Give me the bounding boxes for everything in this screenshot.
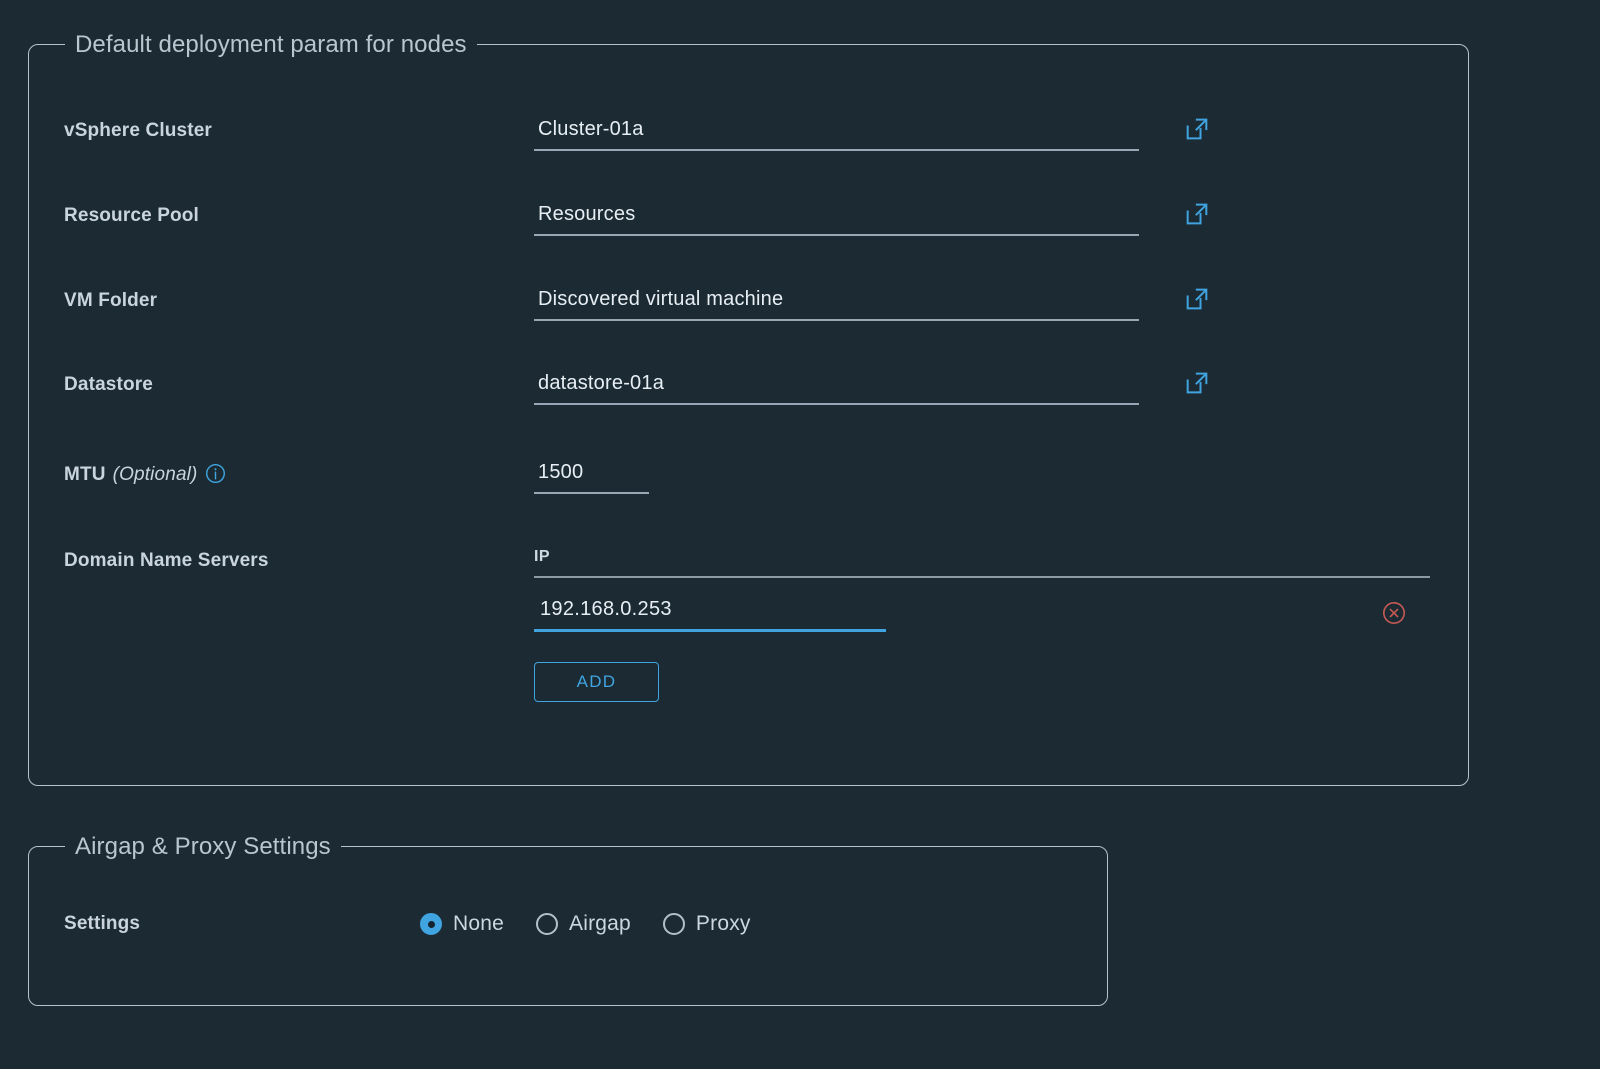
mtu-optional-text: (Optional)	[112, 464, 198, 485]
dns-column-header-ip: IP	[534, 548, 1430, 578]
airgap-panel-legend: Airgap & Proxy Settings	[65, 833, 341, 861]
vsphere-cluster-label: vSphere Cluster	[64, 120, 212, 141]
datastore-label: Datastore	[64, 374, 153, 395]
deployment-panel-legend: Default deployment param for nodes	[65, 31, 477, 59]
external-link-icon[interactable]	[1183, 285, 1211, 313]
radio-option-proxy[interactable]: Proxy	[662, 912, 751, 936]
radio-label-proxy: Proxy	[695, 912, 751, 935]
mtu-label: MTU (Optional)	[64, 461, 534, 486]
datastore-row: Datastore	[64, 372, 1208, 405]
vsphere-cluster-row: vSphere Cluster	[64, 118, 1208, 151]
delete-circle-icon[interactable]	[1381, 600, 1407, 626]
dns-entries-block: IP ADD	[534, 548, 1434, 702]
radio-option-none[interactable]: None	[420, 912, 504, 936]
radio-option-airgap[interactable]: Airgap	[536, 912, 631, 936]
mtu-label-text: MTU	[64, 464, 106, 485]
radio-label-none: None	[453, 912, 505, 935]
vsphere-cluster-input-wrap	[534, 118, 1208, 151]
resource-pool-input[interactable]	[534, 203, 1139, 236]
vm-folder-label: VM Folder	[64, 290, 158, 311]
external-link-icon[interactable]	[1183, 369, 1211, 397]
resource-pool-label: Resource Pool	[64, 205, 199, 226]
dns-label-row: Domain Name Servers	[64, 548, 534, 572]
external-link-icon[interactable]	[1183, 200, 1211, 228]
external-link-icon[interactable]	[1183, 115, 1211, 143]
mtu-input[interactable]	[534, 461, 649, 494]
vm-folder-input-wrap	[534, 288, 1208, 321]
radio-label-airgap: Airgap	[569, 912, 631, 935]
resource-pool-input-wrap	[534, 203, 1208, 236]
dns-entry-row	[534, 598, 1434, 642]
mtu-row: MTU (Optional)	[64, 461, 649, 494]
settings-radio-group: None Airgap Proxy	[420, 912, 751, 936]
datastore-input-wrap	[534, 372, 1208, 405]
radio-mark-airgap	[536, 913, 559, 935]
radio-mark-proxy	[662, 913, 685, 935]
info-circle-icon[interactable]	[205, 463, 226, 484]
settings-row: Settings None Airgap Proxy	[64, 912, 751, 936]
dns-ip-input[interactable]	[534, 598, 886, 632]
vsphere-cluster-input[interactable]	[534, 118, 1139, 151]
resource-pool-row: Resource Pool	[64, 203, 1208, 236]
mtu-input-wrap	[534, 461, 649, 494]
vm-folder-row: VM Folder	[64, 288, 1208, 321]
radio-mark-none	[420, 913, 442, 935]
vm-folder-input[interactable]	[534, 288, 1139, 321]
domain-name-servers-label: Domain Name Servers	[64, 550, 269, 571]
settings-label: Settings	[64, 913, 141, 934]
add-dns-button[interactable]: ADD	[534, 662, 659, 702]
datastore-input[interactable]	[534, 372, 1139, 405]
